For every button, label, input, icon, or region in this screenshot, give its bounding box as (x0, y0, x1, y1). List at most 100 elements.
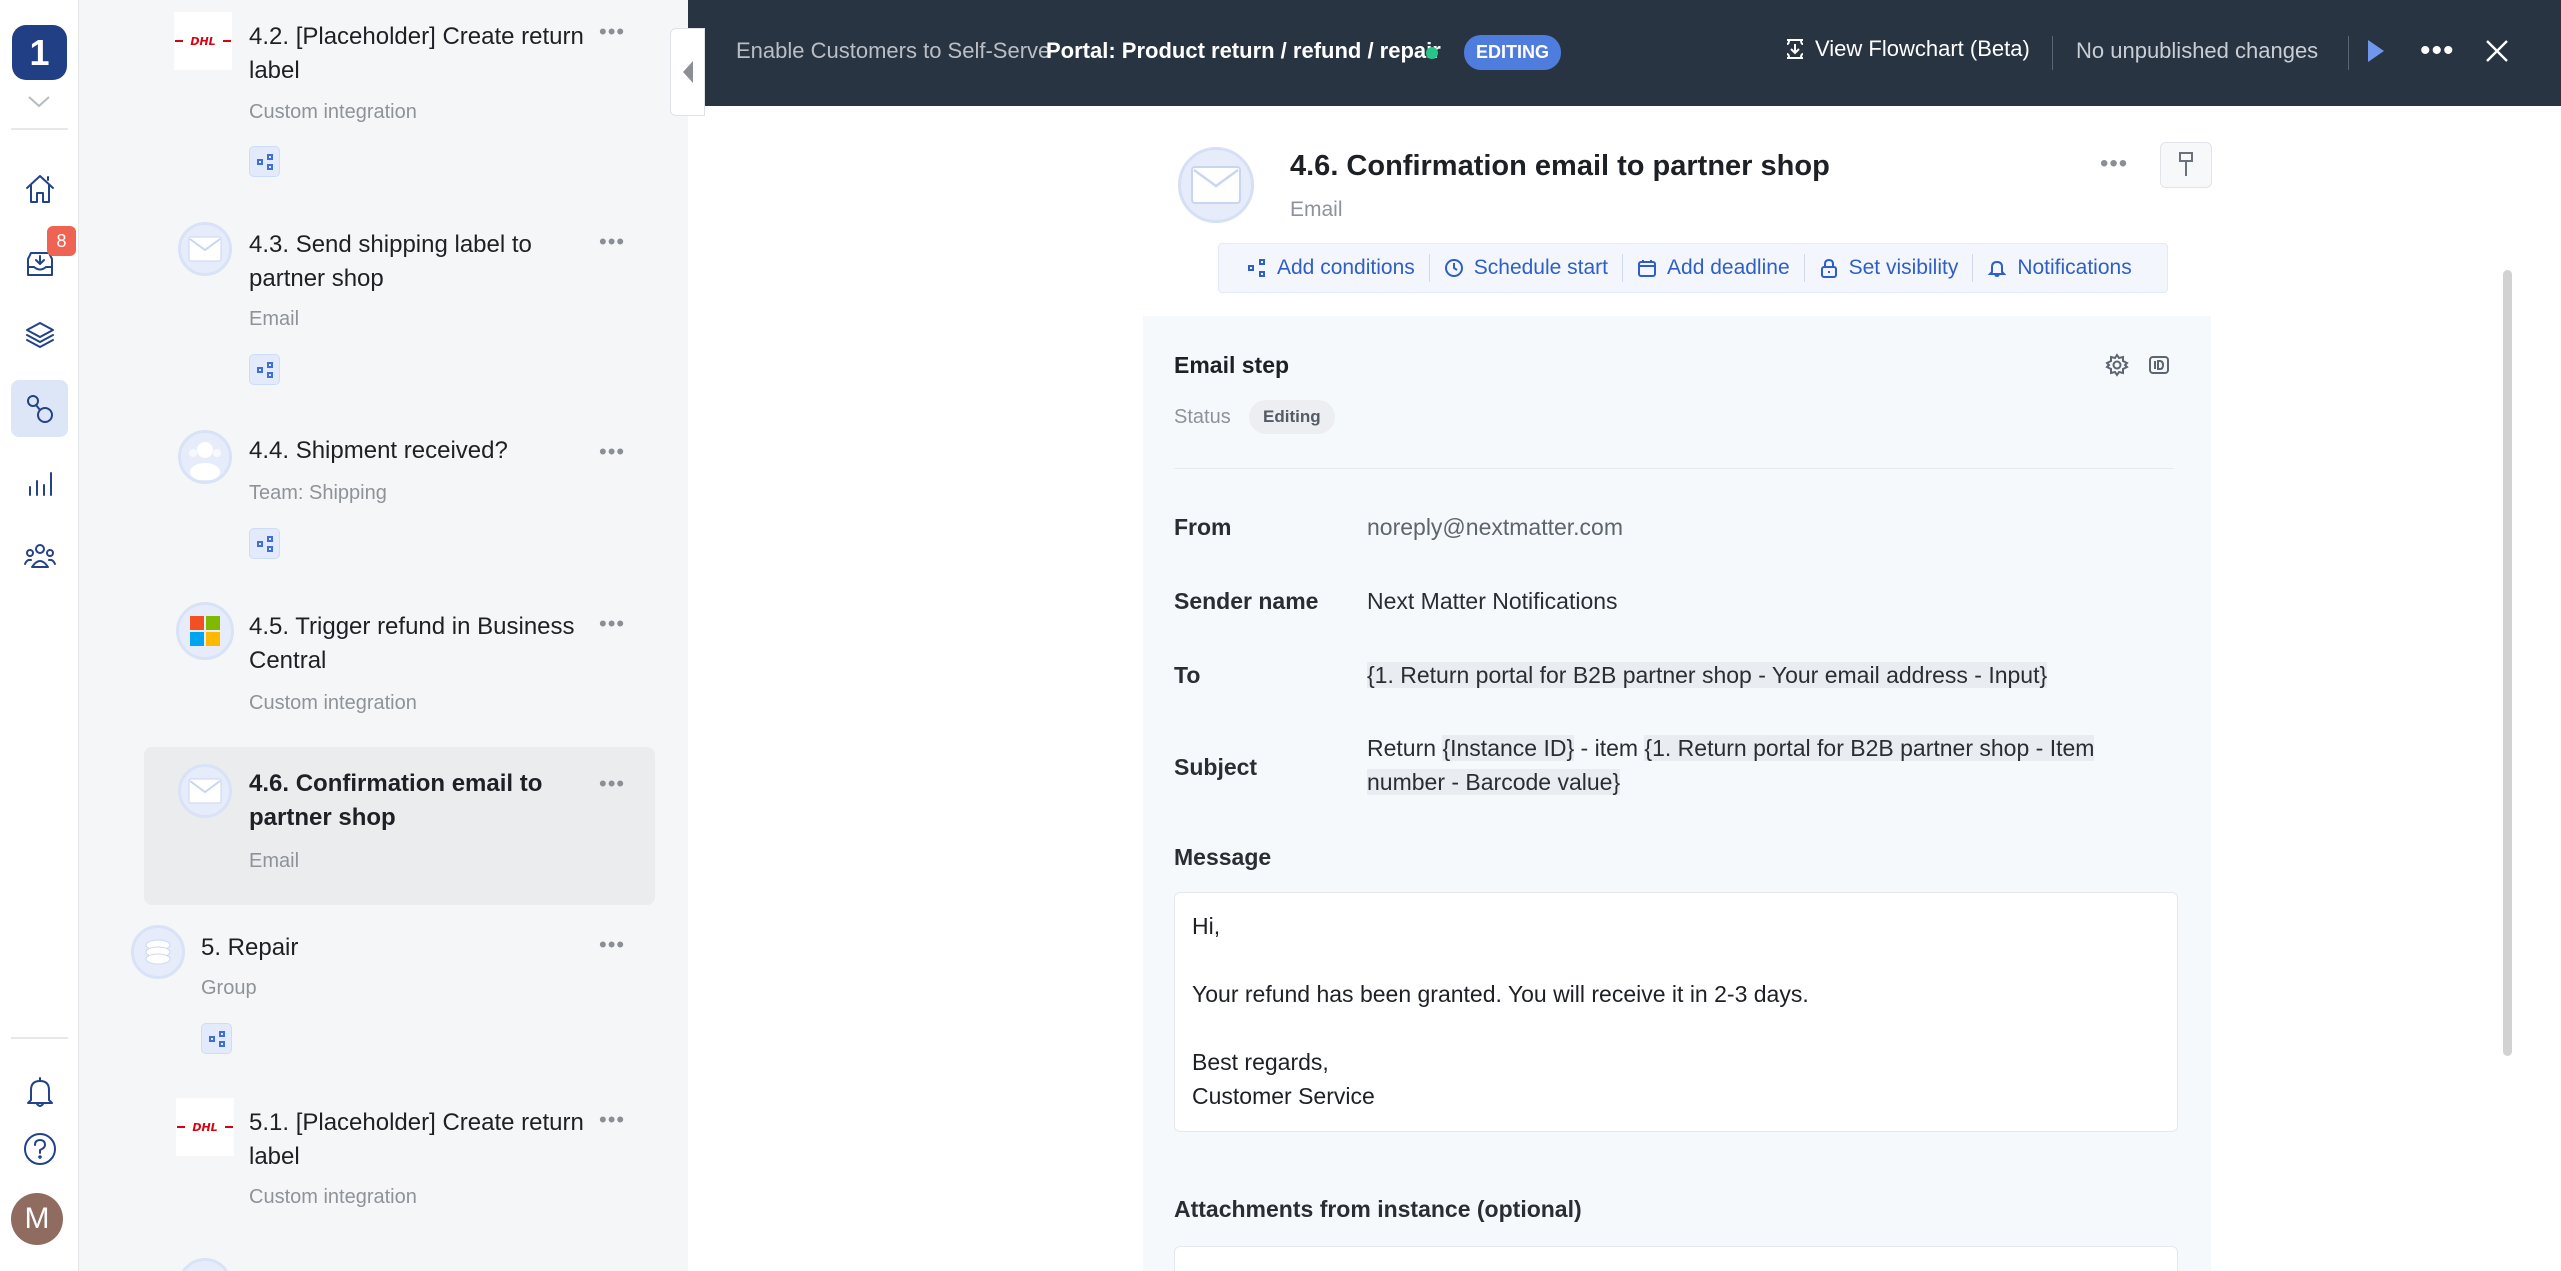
inbox-badge: 8 (47, 226, 76, 256)
card-tools (2105, 353, 2171, 377)
editing-status-badge: EDITING (1464, 35, 1562, 70)
status-badge: Editing (1249, 400, 1335, 434)
microsoft-logo-icon (176, 602, 234, 660)
step-actions-bar: Add conditions Schedule start Add deadli… (1218, 243, 2168, 293)
message-line (1192, 1011, 2160, 1045)
bell-icon (1987, 260, 2007, 277)
add-deadline-button[interactable]: Add deadline (1623, 256, 1804, 280)
sender-name-label: Sender name (1174, 588, 1319, 614)
step-type: Email (249, 308, 300, 330)
play-icon[interactable] (2368, 40, 2384, 62)
conditions-icon (256, 361, 273, 378)
step-title: 4.3. Send shipping label to partner shop (249, 231, 532, 292)
home-icon (25, 174, 54, 203)
nav-notifications[interactable] (11, 1063, 68, 1120)
main-scrollbar[interactable] (2503, 270, 2512, 1056)
step-type: Custom integration (249, 1186, 417, 1208)
step-title: 5. Repair (201, 934, 299, 961)
nav-layers[interactable] (11, 306, 68, 363)
dhl-logo-icon: DHL (176, 1098, 234, 1156)
team-icon (178, 430, 232, 484)
more-options-icon[interactable]: ••• (2420, 34, 2455, 68)
nav-processes[interactable] (11, 380, 68, 437)
step-type: Team: Shipping (249, 482, 387, 504)
conditions-indicator[interactable] (249, 528, 280, 559)
email-icon (1178, 147, 1254, 223)
nav-rail: 1 8 M (0, 0, 79, 1271)
step-type: Custom integration (249, 101, 417, 123)
top-bar: Enable Customers to Self-Serve Portal: P… (688, 0, 2561, 106)
message-line: Customer Service (1192, 1083, 1375, 1109)
pin-button[interactable] (2160, 142, 2212, 188)
set-visibility-label: Set visibility (1848, 256, 1959, 279)
view-flowchart-button[interactable]: View Flowchart (Beta) (1785, 36, 2030, 62)
more-options-icon[interactable]: ••• (2100, 150, 2128, 178)
conditions-indicator[interactable] (249, 354, 280, 385)
notifications-button[interactable]: Notifications (1973, 256, 2145, 280)
view-flowchart-label: View Flowchart (Beta) (1815, 36, 2030, 61)
more-options-icon[interactable]: ••• (599, 231, 625, 253)
set-visibility-button[interactable]: Set visibility (1805, 256, 1973, 280)
subject-value[interactable]: Return {Instance ID} - item {1. Return p… (1367, 731, 2127, 799)
attachments-label: Attachments from instance (optional) (1174, 1196, 1582, 1222)
email-icon (178, 222, 232, 276)
more-options-icon[interactable]: ••• (599, 773, 625, 795)
chevron-down-icon[interactable] (24, 92, 54, 112)
nav-reports[interactable] (11, 454, 68, 511)
step-title: 4.5. Trigger refund in Business Central (249, 613, 575, 674)
from-value[interactable]: noreply@nextmatter.com (1367, 510, 1623, 544)
publish-status: No unpublished changes (2076, 38, 2319, 63)
divider (1174, 468, 2174, 469)
step-title[interactable]: 4.6. Confirmation email to partner shop (1290, 150, 1830, 183)
collapse-sidebar-button[interactable] (670, 28, 705, 116)
step-title: 4.2. [Placeholder] Create return label (249, 23, 584, 84)
more-options-icon[interactable]: ••• (599, 21, 625, 43)
conditions-indicator[interactable] (201, 1023, 232, 1054)
flowchart-icon (1786, 39, 1804, 59)
add-conditions-label: Add conditions (1277, 256, 1415, 279)
step-title: 4.6. Confirmation email to partner shop (249, 770, 543, 831)
schedule-start-button[interactable]: Schedule start (1430, 256, 1622, 280)
email-step-card: Email step Status Editing From noreply@n… (1143, 316, 2211, 1271)
message-editor[interactable]: Hi, Your refund has been granted. You wi… (1174, 892, 2178, 1132)
nav-home[interactable] (11, 160, 68, 217)
breadcrumb[interactable]: Enable Customers to Self-Serve (736, 38, 1050, 64)
svg-text:DHL: DHL (190, 35, 215, 48)
sender-name-value[interactable]: Next Matter Notifications (1367, 584, 1618, 618)
more-options-icon[interactable]: ••• (599, 441, 625, 463)
id-icon[interactable] (2147, 353, 2171, 377)
message-line: Hi, (1192, 913, 1221, 939)
step-title: 5.1. [Placeholder] Create return label (249, 1109, 584, 1170)
message-label: Message (1174, 844, 1272, 870)
divider (2348, 36, 2349, 70)
nav-teams[interactable] (11, 528, 68, 585)
to-label: To (1174, 662, 1201, 688)
group-icon (131, 925, 185, 979)
more-options-icon[interactable]: ••• (599, 1109, 625, 1131)
variable-token: {Instance ID} (1442, 735, 1575, 761)
close-icon[interactable] (2484, 38, 2510, 64)
bell-icon (26, 1076, 53, 1107)
attachments-field[interactable] (1174, 1246, 2178, 1271)
conditions-icon (1248, 259, 1265, 277)
step-title: 4.4. Shipment received? (249, 437, 508, 464)
user-avatar[interactable]: M (11, 1193, 63, 1245)
notifications-label: Notifications (2017, 256, 2132, 279)
nav-help[interactable] (11, 1120, 68, 1177)
step-list: DHL 4.2. [Placeholder] Create return lab… (79, 0, 688, 1271)
gear-icon[interactable] (2105, 353, 2129, 377)
add-conditions-button[interactable]: Add conditions (1233, 256, 1429, 280)
conditions-indicator[interactable] (249, 146, 280, 177)
step-type: Group (201, 977, 257, 999)
conditions-icon (256, 535, 273, 552)
message-line: Best regards, (1192, 1049, 1329, 1075)
step-type: Email (1290, 198, 1343, 221)
workspace-logo[interactable]: 1 (12, 25, 67, 80)
more-options-icon[interactable]: ••• (599, 613, 625, 635)
chevron-left-icon (682, 61, 693, 83)
subject-label: Subject (1174, 754, 1258, 780)
conditions-icon (256, 153, 273, 170)
more-options-icon[interactable]: ••• (599, 934, 625, 956)
lock-icon (1820, 258, 1837, 278)
to-value[interactable]: {1. Return portal for B2B partner shop -… (1367, 658, 2048, 692)
